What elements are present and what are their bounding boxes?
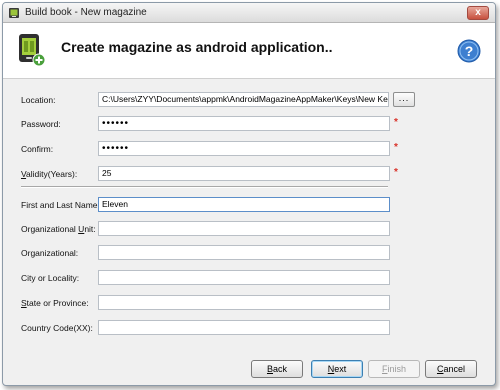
close-button[interactable]: x (467, 6, 489, 20)
finish-button[interactable]: Finish (368, 360, 420, 378)
organizational-field[interactable] (98, 245, 390, 260)
password-field[interactable]: •••••• (98, 116, 390, 131)
close-icon: x (475, 7, 481, 18)
next-rest: ext (334, 364, 347, 374)
back-rest: ack (273, 364, 288, 374)
org-unit-label-pre: Organizational (21, 224, 79, 234)
state-label-rest: tate or Province: (26, 298, 89, 308)
browse-button[interactable]: ... (393, 92, 415, 107)
first-last-name-label: First and Last Name: (21, 200, 100, 210)
org-unit-field[interactable] (98, 221, 390, 236)
first-last-name-field[interactable]: Eleven (98, 197, 390, 212)
app-icon (9, 8, 19, 18)
confirm-password-field[interactable]: •••••• (98, 141, 390, 156)
city-field[interactable] (98, 270, 390, 285)
next-button[interactable]: Next (311, 360, 363, 378)
state-field[interactable] (98, 295, 390, 310)
validity-label: Validity(Years): (21, 169, 77, 179)
back-button[interactable]: Back (251, 360, 303, 378)
org-unit-label: Organizational Unit: (21, 224, 96, 234)
validity-label-rest: alidity(Years): (26, 169, 78, 179)
confirm-label: Confirm: (21, 144, 54, 154)
wizard-window: Build book - New magazine x Create magaz… (2, 2, 496, 386)
state-label: State or Province: (21, 298, 89, 308)
title-bar[interactable]: Build book - New magazine x (3, 3, 495, 23)
page-title: Create magazine as android application.. (61, 39, 333, 55)
cancel-button[interactable]: Cancel (425, 360, 477, 378)
country-code-field[interactable] (98, 320, 390, 335)
country-code-label: Country Code(XX): (21, 323, 93, 333)
section-divider (21, 186, 388, 188)
validity-required-mark: * (394, 167, 398, 178)
finish-rest: inish (387, 364, 406, 374)
validity-field[interactable]: 25 (98, 166, 390, 181)
city-label: City or Locality: (21, 273, 80, 283)
help-icon[interactable]: ? (457, 39, 481, 63)
help-glyph: ? (465, 43, 474, 59)
confirm-required-mark: * (394, 142, 398, 153)
location-field[interactable]: C:\Users\ZYY\Documents\appmk\AndroidMaga… (98, 92, 389, 107)
password-label: Password: (21, 119, 61, 129)
password-required-mark: * (394, 117, 398, 128)
location-label: Location: (21, 95, 56, 105)
window-title: Build book - New magazine (25, 7, 147, 18)
wizard-header: Create magazine as android application..… (3, 23, 495, 79)
org-unit-label-post: nit: (84, 224, 96, 234)
organizational-label: Organizational: (21, 248, 79, 258)
cancel-rest: ancel (443, 364, 465, 374)
android-book-icon (19, 34, 45, 67)
